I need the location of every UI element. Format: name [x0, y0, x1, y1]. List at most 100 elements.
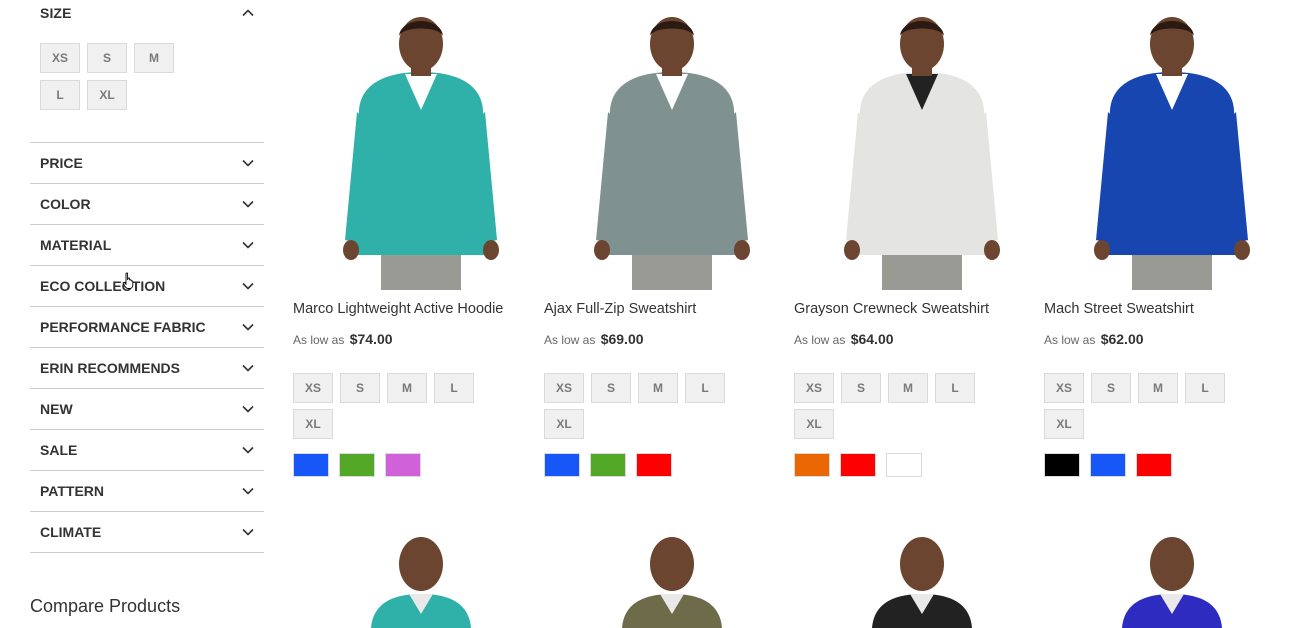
size-swatch-l[interactable]: L — [685, 373, 725, 403]
price-value: $69.00 — [600, 331, 644, 347]
filter-material[interactable]: MATERIAL — [30, 225, 264, 266]
product-color-options — [544, 453, 682, 477]
size-swatch-s[interactable]: S — [841, 373, 881, 403]
chevron-down-icon — [242, 198, 254, 210]
product-name-link[interactable]: Marco Lightweight Active Hoodie — [293, 301, 503, 317]
size-swatch-xs[interactable]: XS — [544, 373, 584, 403]
price-prefix: As low as — [544, 333, 596, 347]
size-swatch-m[interactable]: M — [1138, 373, 1178, 403]
size-swatch-l[interactable]: L — [434, 373, 474, 403]
size-swatch-xl[interactable]: XL — [544, 409, 584, 439]
price-value: $62.00 — [1100, 331, 1144, 347]
price-value: $74.00 — [349, 331, 393, 347]
filter-color[interactable]: COLOR — [30, 184, 264, 225]
filter-label: SALE — [40, 442, 78, 458]
filter-size-title: SIZE — [40, 5, 72, 21]
size-swatch-l[interactable]: L — [1185, 373, 1225, 403]
size-swatch-s[interactable]: S — [591, 373, 631, 403]
filter-size-xl[interactable]: XL — [87, 80, 127, 110]
filter-label: PRICE — [40, 155, 83, 171]
product-card[interactable] — [544, 528, 774, 628]
color-swatch[interactable] — [590, 453, 626, 477]
filter-new[interactable]: NEW — [30, 389, 264, 430]
product-image[interactable] — [301, 0, 541, 290]
chevron-down-icon — [242, 157, 254, 169]
color-swatch[interactable] — [886, 453, 922, 477]
product-color-options — [1044, 453, 1182, 477]
filter-size-xs[interactable]: XS — [40, 43, 80, 73]
filter-size-header[interactable]: SIZE — [30, 0, 264, 26]
product-image[interactable] — [1052, 0, 1292, 290]
product-name-link[interactable]: Ajax Full-Zip Sweatshirt — [544, 301, 696, 317]
product-price: As low as $74.00 — [293, 331, 393, 347]
size-swatch-xs[interactable]: XS — [1044, 373, 1084, 403]
product-name-link[interactable]: Grayson Crewneck Sweatshirt — [794, 301, 989, 317]
filter-label: ECO COLLECTION — [40, 278, 166, 294]
filter-climate[interactable]: CLIMATE — [30, 512, 264, 553]
filter-sidebar: SIZE XS S M L XL PRICE COLOR MATERIAL ECO C… — [30, 0, 264, 553]
color-swatch[interactable] — [339, 453, 375, 477]
product-card[interactable] — [1044, 528, 1274, 628]
hand-cursor-icon — [122, 272, 136, 290]
filter-label: CLIMATE — [40, 524, 102, 540]
color-swatch[interactable] — [636, 453, 672, 477]
size-swatch-l[interactable]: L — [935, 373, 975, 403]
color-swatch[interactable] — [1090, 453, 1126, 477]
filter-size-m[interactable]: M — [134, 43, 174, 73]
size-swatch-s[interactable]: S — [1091, 373, 1131, 403]
filter-label: PERFORMANCE FABRIC — [40, 319, 206, 335]
size-swatch-m[interactable]: M — [638, 373, 678, 403]
filter-size-s[interactable]: S — [87, 43, 127, 73]
product-price: As low as $64.00 — [794, 331, 894, 347]
filter-pattern[interactable]: PATTERN — [30, 471, 264, 512]
color-swatch[interactable] — [544, 453, 580, 477]
filter-eco-collection[interactable]: ECO COLLECTION — [30, 266, 264, 307]
chevron-down-icon — [242, 403, 254, 415]
color-swatch[interactable] — [1044, 453, 1080, 477]
product-image[interactable] — [552, 528, 774, 628]
color-swatch[interactable] — [794, 453, 830, 477]
product-image[interactable] — [802, 528, 1024, 628]
color-swatch[interactable] — [1136, 453, 1172, 477]
color-swatch[interactable] — [385, 453, 421, 477]
size-swatch-xl[interactable]: XL — [293, 409, 333, 439]
size-swatch-s[interactable]: S — [340, 373, 380, 403]
size-swatch-xl[interactable]: XL — [1044, 409, 1084, 439]
product-image[interactable] — [802, 0, 1042, 290]
product-color-options — [794, 453, 932, 477]
product-image[interactable] — [552, 0, 792, 290]
product-name-link[interactable]: Mach Street Sweatshirt — [1044, 301, 1194, 317]
product-card[interactable] — [293, 528, 523, 628]
filter-performance-fabric[interactable]: PERFORMANCE FABRIC — [30, 307, 264, 348]
color-swatch[interactable] — [293, 453, 329, 477]
price-prefix: As low as — [293, 333, 345, 347]
price-value: $64.00 — [850, 331, 894, 347]
filter-price[interactable]: PRICE — [30, 143, 264, 184]
chevron-up-icon — [242, 7, 254, 19]
filter-label: MATERIAL — [40, 237, 112, 253]
filter-list: PRICE COLOR MATERIAL ECO COLLECTION PERFORMA… — [30, 143, 264, 553]
chevron-down-icon — [242, 239, 254, 251]
size-swatch-m[interactable]: M — [888, 373, 928, 403]
price-prefix: As low as — [794, 333, 846, 347]
product-image[interactable] — [1052, 528, 1274, 628]
product-price: As low as $69.00 — [544, 331, 644, 347]
filter-size-section: SIZE XS S M L XL — [30, 0, 264, 143]
chevron-down-icon — [242, 321, 254, 333]
product-size-options: XS S M L XL — [544, 373, 744, 445]
filter-size-l[interactable]: L — [40, 80, 80, 110]
chevron-down-icon — [242, 280, 254, 292]
size-swatch-m[interactable]: M — [387, 373, 427, 403]
chevron-down-icon — [242, 444, 254, 456]
filter-sale[interactable]: SALE — [30, 430, 264, 471]
price-prefix: As low as — [1044, 333, 1096, 347]
compare-products-title: Compare Products — [30, 596, 181, 616]
filter-label: PATTERN — [40, 483, 105, 499]
filter-erin-recommends[interactable]: ERIN RECOMMENDS — [30, 348, 264, 389]
size-swatch-xs[interactable]: XS — [293, 373, 333, 403]
color-swatch[interactable] — [840, 453, 876, 477]
product-card[interactable] — [794, 528, 1024, 628]
product-image[interactable] — [301, 528, 523, 628]
size-swatch-xs[interactable]: XS — [794, 373, 834, 403]
size-swatch-xl[interactable]: XL — [794, 409, 834, 439]
